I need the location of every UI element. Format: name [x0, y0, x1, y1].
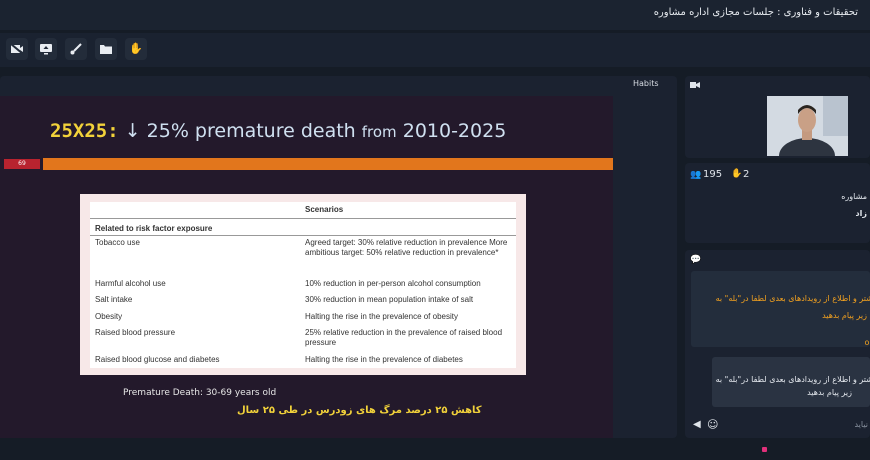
table-row-label: Salt intake — [95, 295, 133, 304]
table-row-value: Halting the rise in the prevalence of ob… — [305, 312, 458, 321]
brush-icon — [70, 43, 82, 55]
slide-page-number: 69 — [4, 159, 40, 169]
scenario-table-body: Scenarios Related to risk factor exposur… — [90, 202, 516, 368]
users-icon: 👥 — [690, 170, 702, 180]
share-screen-icon — [40, 44, 52, 55]
chat-message: بیشتر و اطلاع از رویدادهای بعدی لطفا در"… — [691, 271, 870, 347]
camera-off-button[interactable] — [6, 38, 28, 60]
raised-hands-icon: ✋ — [731, 169, 743, 179]
slide-title: 25X25: ↓ 25% premature death from 2010-2… — [50, 120, 506, 142]
toolbar: ✋ — [0, 33, 870, 67]
table-rule — [90, 235, 516, 236]
table-row-label: Tobacco use — [95, 238, 140, 247]
presenter-video — [767, 96, 848, 156]
table-row-value: Halting the rise in the prevalence of di… — [305, 355, 463, 364]
chat-message-text: ok — [864, 338, 870, 347]
raise-hand-icon: ✋ — [129, 42, 143, 55]
cursor-marker — [762, 447, 767, 452]
table-row-label: Harmful alcohol use — [95, 279, 166, 288]
table-row-value: 10% reduction in per-person alcohol cons… — [305, 279, 481, 288]
title-bar: تحقیقات و فناوری : جلسات مجازی اداره مشا… — [0, 0, 870, 30]
slide-title-from: from — [361, 123, 397, 141]
camera-off-icon — [10, 43, 24, 55]
folder-button[interactable] — [95, 38, 117, 60]
presenter-avatar — [767, 96, 848, 156]
raised-hands-count: 2 — [743, 169, 750, 180]
slide-note: Premature Death: 30-69 years old — [123, 388, 277, 398]
chat-message-text: زیر پیام بدهید — [822, 311, 867, 320]
table-section-title: Related to risk factor exposure — [95, 224, 213, 233]
participant-count: 195 — [703, 169, 723, 180]
presentation-tab[interactable]: Habits — [633, 79, 659, 88]
slide-title-prefix: 25X25: — [50, 120, 119, 142]
share-screen-button[interactable] — [35, 38, 57, 60]
chat-message: بیشتر و اطلاع از رویدادهای بعدی لطفا در"… — [712, 357, 870, 407]
table-row-value: 30% reduction in mean population intake … — [305, 295, 474, 304]
send-icon[interactable]: ◀ — [693, 419, 701, 430]
chat-input[interactable]: نیاید — [854, 420, 868, 429]
table-row-value: 25% relative reduction in the prevalence… — [305, 328, 503, 347]
participant-name[interactable]: زاد — [856, 209, 867, 218]
table-row-value: Agreed target: 30% relative reduction in… — [305, 238, 508, 257]
raise-hand-button[interactable]: ✋ — [125, 38, 147, 60]
table-row-label: Raised blood pressure — [95, 328, 176, 337]
table-row-label: Raised blood glucose and diabetes — [95, 355, 220, 364]
participants-panel: 👥 195 ✋ 2 مشاوره زاد — [685, 163, 870, 243]
chat-message-text: بیشتر و اطلاع از رویدادهای بعدی لطفا در"… — [715, 375, 870, 384]
table-rule — [90, 218, 516, 219]
folder-icon — [100, 45, 112, 54]
table-header: Scenarios — [305, 205, 344, 214]
slide-title-main: 25% premature death — [140, 120, 362, 142]
down-arrow-icon: ↓ — [124, 120, 141, 142]
table-row-label: Obesity — [95, 312, 123, 321]
chat-message-text: بیشتر و اطلاع از رویدادهای بعدی لطفا در"… — [715, 294, 870, 303]
window-title: تحقیقات و فناوری : جلسات مجازی اداره مشا… — [653, 7, 858, 18]
slide-persian-note: کاهش ۲۵ درصد مرگ های زودرس در طی ۲۵ سال — [237, 405, 482, 416]
presentation-slide: 25X25: ↓ 25% premature death from 2010-2… — [0, 96, 613, 438]
scenario-table: Scenarios Related to risk factor exposur… — [80, 194, 526, 375]
chat-icon: 💬 — [690, 255, 702, 265]
slide-title-years: 2010-2025 — [396, 120, 507, 142]
emoji-icon[interactable]: ☺ — [707, 418, 718, 431]
slide-divider — [43, 158, 613, 170]
camera-icon — [690, 82, 700, 88]
brush-button[interactable] — [65, 38, 87, 60]
participant-name[interactable]: مشاوره — [841, 192, 867, 201]
chat-message-text: زیر پیام بدهید — [807, 388, 852, 397]
